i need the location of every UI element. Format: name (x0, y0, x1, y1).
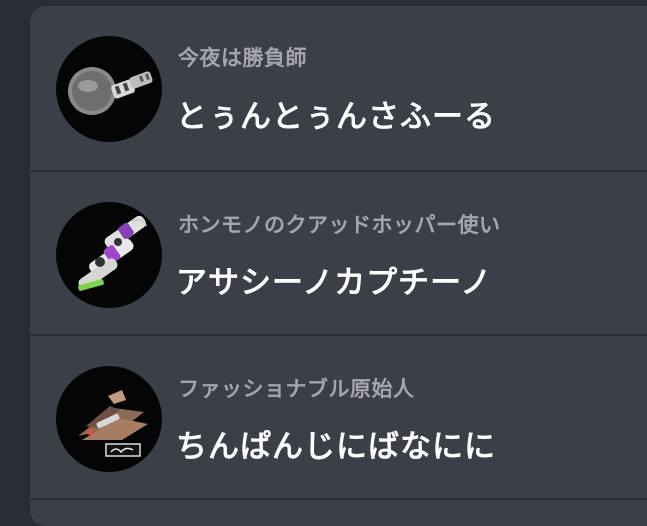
player-name: ちんぱんじにばなにに (176, 429, 496, 465)
player-avatar (56, 366, 162, 472)
player-list-panel: 今夜は勝負師 とぅんとぅんさふーる ホンモノのクアッドホッパー使い アサシーノカ… (30, 6, 647, 526)
player-row[interactable]: ホンモノのクアッドホッパー使い アサシーノカプチーノ (30, 172, 647, 336)
player-subtitle: 今夜は勝負師 (178, 46, 307, 70)
player-avatar (56, 202, 162, 308)
player-subtitle: ホンモノのクアッドホッパー使い (178, 213, 501, 237)
player-name: とぅんとぅんさふーる (176, 99, 496, 135)
player-row[interactable]: ファッショナブル原始人 ちんぱんじにばなにに (30, 336, 647, 500)
quad-hopper-weapon-icon (78, 215, 147, 291)
player-row[interactable]: 今夜は勝負師 とぅんとぅんさふーる (30, 6, 647, 172)
player-subtitle: ファッショナブル原始人 (178, 377, 415, 401)
player-name: アサシーノカプチーノ (176, 265, 493, 301)
frying-pan-weapon-icon (68, 67, 153, 115)
player-row[interactable] (30, 500, 647, 526)
tri-stringer-weapon-icon (78, 390, 148, 457)
player-avatar (56, 36, 162, 142)
